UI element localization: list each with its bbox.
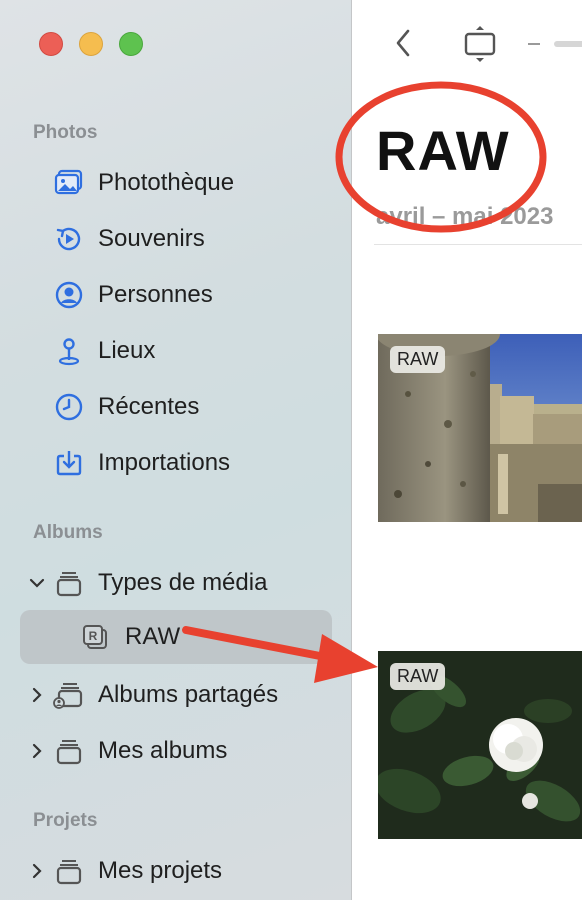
sidebar-item-label: Récentes [98, 393, 200, 420]
minimize-button[interactable] [79, 32, 103, 56]
clock-icon [52, 390, 86, 424]
sidebar-item-recents[interactable]: Récentes [0, 384, 351, 430]
resize-icon [464, 26, 496, 62]
chevron-right-icon[interactable] [28, 862, 46, 880]
sidebar-item-label: Personnes [98, 281, 213, 308]
sidebar-item-memories[interactable]: Souvenirs [0, 216, 351, 262]
import-icon [52, 446, 86, 480]
raw-badge: RAW [390, 346, 446, 373]
album-stack-icon [52, 854, 86, 888]
fit-view-button[interactable] [460, 24, 500, 64]
sidebar-item-label: Souvenirs [98, 225, 205, 252]
photo-thumbnail[interactable]: RAW [378, 334, 582, 522]
zoom-out-icon[interactable] [528, 43, 540, 45]
shared-album-icon [52, 678, 86, 712]
chevron-right-icon[interactable] [28, 742, 46, 760]
chevron-right-icon[interactable] [28, 686, 46, 704]
album-stack-icon [52, 734, 86, 768]
section-header-albums: Albums [33, 522, 103, 543]
sidebar-item-label: Albums partagés [98, 681, 279, 708]
person-icon [52, 278, 86, 312]
svg-text:R: R [89, 629, 98, 643]
sidebar-item-media-types[interactable]: Types de média [0, 560, 351, 606]
memories-icon [52, 222, 86, 256]
close-button[interactable] [39, 32, 63, 56]
chevron-left-icon [396, 29, 410, 57]
sidebar-item-imports[interactable]: Importations [0, 440, 351, 486]
photo-thumbnail[interactable]: RAW [378, 651, 582, 839]
sidebar-item-people[interactable]: Personnes [0, 272, 351, 318]
back-button[interactable] [392, 27, 414, 59]
sidebar-item-label: RAW [125, 623, 181, 650]
sidebar-item-places[interactable]: Lieux [0, 328, 351, 374]
zoom-slider[interactable] [554, 41, 582, 47]
sidebar-item-shared-albums[interactable]: Albums partagés [0, 672, 351, 718]
sidebar-item-photo-library[interactable]: Photothèque [0, 160, 351, 206]
zoom-button[interactable] [119, 32, 143, 56]
sidebar-item-label: Lieux [98, 337, 156, 364]
chevron-down-icon[interactable] [28, 574, 46, 592]
sidebar-item-label: Types de média [98, 569, 268, 596]
sidebar: Photos Photothèque Souvenirs Personnes L… [0, 0, 352, 900]
sidebar-item-my-projects[interactable]: Mes projets [0, 848, 351, 894]
date-range: avril – mai 2023 [376, 203, 554, 230]
raw-icon: R [78, 620, 112, 654]
raw-badge: RAW [390, 663, 446, 690]
sidebar-item-my-albums[interactable]: Mes albums [0, 728, 351, 774]
photo-library-icon [52, 166, 86, 200]
album-stack-icon [52, 566, 86, 600]
sidebar-item-label: Mes projets [98, 857, 223, 884]
section-header-photos: Photos [33, 122, 98, 143]
window-controls [39, 32, 143, 56]
map-pin-icon [52, 334, 86, 368]
sidebar-item-label: Importations [98, 449, 231, 476]
main-content: RAW avril – mai 2023 RAW RAW [352, 0, 582, 900]
divider [374, 244, 582, 245]
section-header-projects: Projets [33, 810, 98, 831]
sidebar-item-label: Mes albums [98, 737, 228, 764]
sidebar-item-raw[interactable]: R RAW [0, 614, 351, 660]
page-title: RAW [376, 119, 510, 182]
sidebar-item-label: Photothèque [98, 169, 235, 196]
